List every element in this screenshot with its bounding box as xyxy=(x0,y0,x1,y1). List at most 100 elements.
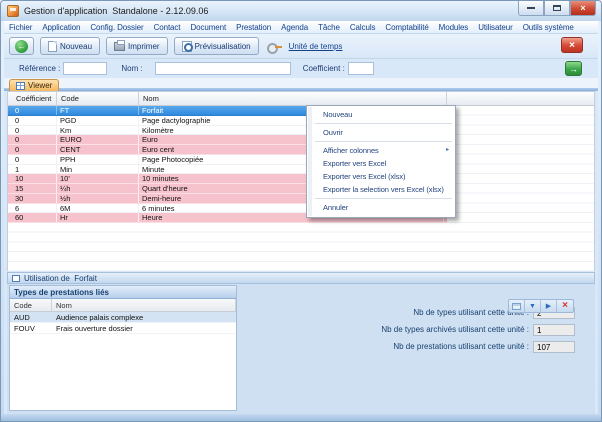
column-header[interactable]: Code xyxy=(10,299,52,311)
window-title: Gestion d'application Standalone - 2.12.… xyxy=(24,6,208,16)
menu-item[interactable]: Modules xyxy=(434,21,474,34)
coefficient-input[interactable] xyxy=(348,62,374,75)
context-menu-item[interactable]: Ouvrir xyxy=(308,126,454,139)
cell-code: CENT xyxy=(57,145,139,154)
grid-header: CoéfficientCodeNom xyxy=(8,92,594,106)
menu-item[interactable]: Comptabilité xyxy=(380,21,433,34)
cell-coefficient: 0 xyxy=(12,126,57,135)
context-menu-item-label: Ouvrir xyxy=(323,128,343,137)
preview-label: Prévisualisation xyxy=(195,42,251,51)
toolbar: ← Nouveau Imprimer Prévisualisation Unit… xyxy=(4,34,598,59)
menu-item[interactable]: Fichier xyxy=(4,21,37,34)
detail-view-icon xyxy=(512,303,521,310)
list-item[interactable]: AUDAudience palais complexe xyxy=(10,312,236,323)
preview-icon xyxy=(182,41,192,52)
cell-code: 6M xyxy=(57,204,139,213)
menu-item[interactable]: Document xyxy=(185,21,231,34)
menu-item[interactable]: Calculs xyxy=(345,21,381,34)
minimize-button[interactable] xyxy=(518,1,544,16)
linked-types-title: Types de prestations liés xyxy=(10,286,236,299)
context-menu-item[interactable]: Exporter vers Excel xyxy=(308,157,454,170)
stat-row: Nb de prestations utilisant cette unité … xyxy=(262,338,575,355)
usage-panel-body: Types de prestations liés CodeNom AUDAud… xyxy=(7,284,595,414)
back-button[interactable]: ← xyxy=(9,37,34,55)
column-header[interactable]: Code xyxy=(57,92,139,105)
context-menu: Nouveau Ouvrir Afficher colonnes▸ Exporter … xyxy=(306,105,456,218)
cell-code: PGD xyxy=(57,116,139,125)
key-icon xyxy=(267,40,282,53)
right-triangle-icon: ▶ xyxy=(546,303,551,310)
context-menu-item[interactable]: Afficher colonnes▸ xyxy=(308,144,454,157)
app-icon xyxy=(7,5,19,17)
preview-button[interactable]: Prévisualisation xyxy=(174,37,259,55)
client-area: FichierApplicationConfig. DossierContact… xyxy=(4,21,598,414)
cell-code: EURO xyxy=(57,135,139,144)
stat-label: Nb de prestations utilisant cette unité … xyxy=(393,342,529,351)
back-icon: ← xyxy=(15,40,28,53)
menu-item[interactable]: Prestation xyxy=(231,21,276,34)
tab-viewer[interactable]: Viewer xyxy=(9,79,59,91)
title-bar: Gestion d'application Standalone - 2.12.… xyxy=(1,1,601,21)
nom-label: Nom : xyxy=(121,64,142,73)
cell-code: ½h xyxy=(57,194,139,203)
cell-nom: Frais ouverture dossier xyxy=(52,323,236,333)
move-next-button[interactable]: ▶ xyxy=(541,300,557,312)
cell-coefficient: 0 xyxy=(12,155,57,164)
go-button[interactable]: → xyxy=(565,61,582,76)
linked-types-header: CodeNom xyxy=(10,299,236,312)
panel-icon xyxy=(12,275,20,282)
menu-item[interactable]: Agenda xyxy=(276,21,313,34)
reference-input[interactable] xyxy=(63,62,107,75)
maximize-icon xyxy=(553,5,561,11)
down-triangle-icon: ▼ xyxy=(529,303,536,310)
column-header[interactable]: Coéfficient xyxy=(12,92,57,105)
menu-item[interactable]: Config. Dossier xyxy=(85,21,148,34)
cell-coefficient: 0 xyxy=(12,145,57,154)
stat-row: Nb de types archivés utilisant cette uni… xyxy=(262,321,575,338)
menu-item[interactable]: Utilisateur xyxy=(473,21,517,34)
usage-panel-header: Utilisation de Forfait xyxy=(7,272,595,284)
context-menu-item[interactable]: Nouveau xyxy=(308,108,454,121)
linked-types-body: AUDAudience palais complexeFOUVFrais ouv… xyxy=(10,312,236,334)
menu-item[interactable]: Outils système xyxy=(518,21,579,34)
detail-view-button[interactable] xyxy=(509,300,525,312)
nouveau-button[interactable]: Nouveau xyxy=(40,37,100,55)
context-menu-item[interactable]: Exporter la selection vers Excel (xlsx) xyxy=(308,183,454,196)
panel-close-button[interactable]: × xyxy=(557,300,573,312)
list-item[interactable]: FOUVFrais ouverture dossier xyxy=(10,323,236,334)
context-menu-item-label: Exporter vers Excel xyxy=(323,159,386,168)
menu-item[interactable]: Application xyxy=(37,21,85,34)
menu-item[interactable]: Contact xyxy=(149,21,186,34)
time-unit-link[interactable]: Unité de temps xyxy=(289,42,343,51)
context-menu-item[interactable]: Annuler xyxy=(308,201,454,214)
submenu-arrow-icon: ▸ xyxy=(446,144,449,157)
close-button[interactable]: × xyxy=(570,1,596,16)
column-header[interactable]: Nom xyxy=(52,299,236,311)
context-menu-item-label: Annuler xyxy=(323,203,348,212)
close-icon: × xyxy=(580,3,585,13)
units-grid: CoéfficientCodeNom 0FTForfait0PGDPage da… xyxy=(7,91,595,271)
toolbar-close-button[interactable]: × xyxy=(561,37,583,53)
stat-value-box: 1 xyxy=(533,324,575,336)
stat-label: Nb de types archivés utilisant cette uni… xyxy=(381,325,529,334)
cell-coefficient: 10 xyxy=(12,174,57,183)
minimize-icon xyxy=(527,7,535,9)
context-menu-item[interactable]: Exporter vers Excel (xlsx) xyxy=(308,170,454,183)
cell-coefficient: 0 xyxy=(12,116,57,125)
go-icon: → xyxy=(569,64,578,74)
grid-icon xyxy=(16,82,25,90)
move-down-button[interactable]: ▼ xyxy=(525,300,541,312)
maximize-button[interactable] xyxy=(544,1,570,16)
panel-mini-toolbar: ▼ ▶ × xyxy=(508,299,574,313)
context-menu-item-label: Exporter vers Excel (xlsx) xyxy=(323,172,405,181)
column-header[interactable]: Nom xyxy=(139,92,447,105)
menu-bar: FichierApplicationConfig. DossierContact… xyxy=(4,21,598,34)
menu-separator xyxy=(315,198,452,199)
cell-code: FOUV xyxy=(10,323,52,333)
reference-label: Référence : xyxy=(19,64,60,73)
nouveau-label: Nouveau xyxy=(60,42,92,51)
menu-item[interactable]: Tâche xyxy=(313,21,345,34)
imprimer-button[interactable]: Imprimer xyxy=(106,37,168,55)
nom-input[interactable] xyxy=(155,62,291,75)
cell-code: Min xyxy=(57,165,139,174)
